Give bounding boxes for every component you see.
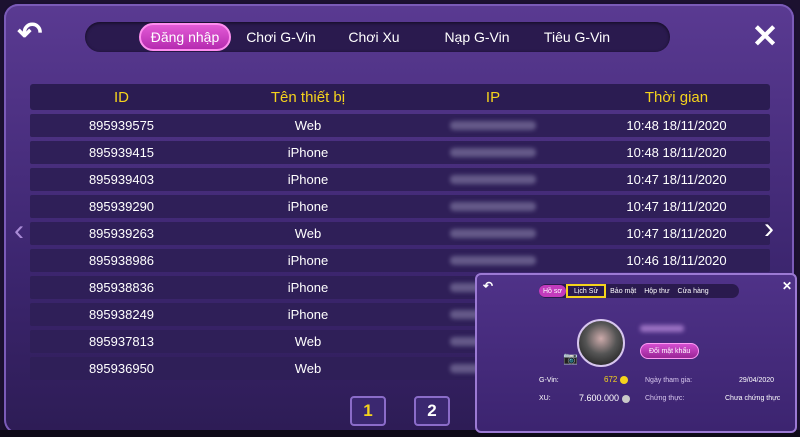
cell-time: 10:47 18/11/2020 [626, 172, 727, 187]
gvin-value-wrap: 672 [604, 375, 629, 385]
cell-id: 895938249 [88, 307, 155, 322]
cell-time: 10:48 18/11/2020 [626, 145, 727, 160]
cell-device: iPhone [287, 172, 329, 187]
tab-play-gvin[interactable]: Chơi G-Vin [231, 22, 331, 52]
ip-blurred [450, 202, 536, 211]
cell-id: 895939403 [88, 172, 155, 187]
join-date-label: Ngày tham gia: [645, 377, 693, 384]
table-row: 895939263 Web 10:47 18/11/2020 [30, 222, 770, 245]
inset-tab-security[interactable]: Bảo mật [606, 288, 640, 295]
inset-tab-shop[interactable]: Cửa hàng [674, 288, 713, 295]
tab-bar: Đăng nhập Chơi G-Vin Chơi Xu Nạp G-Vin T… [85, 22, 670, 52]
verify-value: Chưa chứng thực [725, 395, 781, 402]
chevron-right-icon[interactable]: › [764, 212, 774, 246]
cell-ip [403, 145, 583, 160]
cell-id: 895939263 [88, 226, 155, 241]
camera-icon[interactable]: 📷 [563, 351, 578, 365]
cell-device: Web [294, 118, 322, 133]
avatar [577, 319, 625, 367]
username-blurred [640, 325, 684, 332]
table-row: 895939403 iPhone 10:47 18/11/2020 [30, 168, 770, 191]
gvin-value: 672 [604, 375, 618, 384]
inset-back-icon[interactable]: ↶ [483, 279, 493, 293]
table-row: 895938986 iPhone 10:46 18/11/2020 [30, 249, 770, 272]
profile-inset-popup: ↶ ✕ Hồ sơ Lịch Sử Bảo mật Hộp thư Cửa hà… [475, 273, 797, 433]
cell-id: 895939415 [88, 145, 155, 160]
gvin-label: G-Vin: [539, 377, 559, 384]
table-header: ID Tên thiết bị IP Thời gian [30, 84, 770, 110]
cell-id: 895938836 [88, 280, 155, 295]
gvin-coin-icon [620, 376, 629, 385]
cell-device: Web [294, 361, 322, 376]
cell-device: Web [294, 334, 322, 349]
cell-ip [403, 226, 583, 241]
cell-ip [403, 172, 583, 187]
cell-time: 10:46 18/11/2020 [626, 253, 727, 268]
tab-play-xu[interactable]: Chơi Xu [339, 22, 409, 52]
header-device: Tên thiết bị [270, 88, 346, 106]
cell-device: iPhone [287, 199, 329, 214]
tab-login[interactable]: Đăng nhập [139, 23, 231, 51]
join-date-value: 29/04/2020 [739, 377, 775, 384]
ip-blurred [450, 229, 536, 238]
change-password-button[interactable]: Đổi mật khẩu [640, 343, 700, 359]
cell-device: iPhone [287, 253, 329, 268]
xu-coin-icon [622, 394, 631, 403]
page-button-1[interactable]: 1 [350, 396, 386, 426]
header-ip: IP [485, 88, 501, 106]
inset-tab-profile[interactable]: Hồ sơ [539, 285, 566, 297]
table-row: 895939290 iPhone 10:47 18/11/2020 [30, 195, 770, 218]
cell-ip [403, 118, 583, 133]
cell-id: 895938986 [88, 253, 155, 268]
cell-id: 895937813 [88, 334, 155, 349]
cell-id: 895939290 [88, 199, 155, 214]
cell-device: iPhone [287, 307, 329, 322]
page-button-2[interactable]: 2 [414, 396, 450, 426]
inset-tab-history[interactable]: Lịch Sử [565, 284, 607, 298]
xu-label: XU: [539, 395, 551, 402]
inset-close-icon[interactable]: ✕ [782, 279, 792, 293]
cell-device: iPhone [287, 280, 329, 295]
header-time: Thời gian [644, 88, 709, 106]
cell-device: iPhone [287, 145, 329, 160]
inset-tab-bar: Hồ sơ Lịch Sử Bảo mật Hộp thư Cửa hàng [539, 284, 739, 298]
header-id: ID [114, 88, 129, 106]
ip-blurred [450, 121, 536, 130]
back-arrow-icon[interactable]: ↶ [10, 14, 50, 52]
cell-time: 10:48 18/11/2020 [626, 118, 727, 133]
inset-tab-mailbox[interactable]: Hộp thư [640, 288, 673, 295]
verify-label: Chứng thực: [645, 395, 685, 402]
tab-spend-gvin[interactable]: Tiêu G-Vin [527, 22, 627, 52]
cell-id: 895939575 [88, 118, 155, 133]
cell-ip [403, 199, 583, 214]
close-icon[interactable]: ✕ [742, 14, 788, 58]
tab-deposit-gvin[interactable]: Nạp G-Vin [427, 22, 527, 52]
ip-blurred [450, 148, 536, 157]
table-row: 895939575 Web 10:48 18/11/2020 [30, 114, 770, 137]
cell-time: 10:47 18/11/2020 [626, 226, 727, 241]
cell-id: 895936950 [88, 361, 155, 376]
chevron-left-icon[interactable]: ‹ [14, 214, 24, 248]
cell-time: 10:47 18/11/2020 [626, 199, 727, 214]
xu-value: 7.600.000 [579, 393, 620, 403]
cell-device: Web [294, 226, 322, 241]
ip-blurred [450, 175, 536, 184]
xu-value-wrap: 7.600.000 [579, 393, 631, 403]
cell-ip [403, 253, 583, 268]
table-row: 895939415 iPhone 10:48 18/11/2020 [30, 141, 770, 164]
ip-blurred [450, 256, 536, 265]
